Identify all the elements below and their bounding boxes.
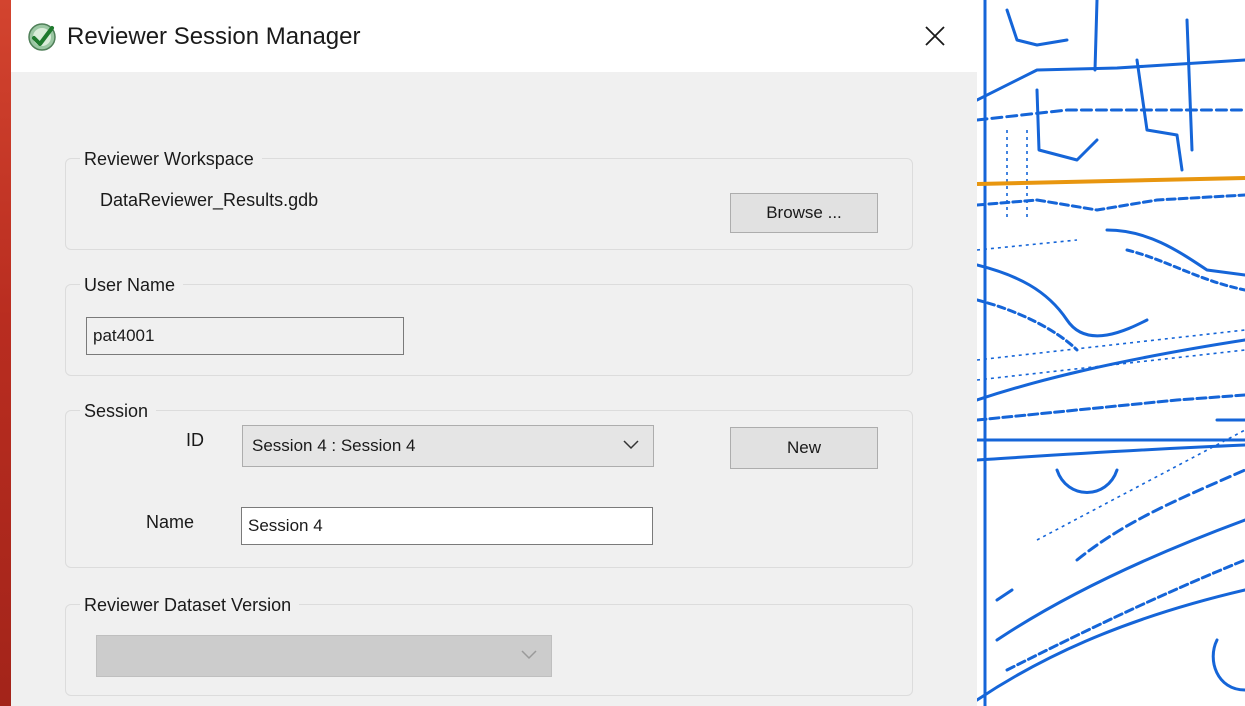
window-title: Reviewer Session Manager	[67, 23, 361, 50]
session-id-label: ID	[186, 430, 204, 450]
browse-button[interactable]: Browse ...	[730, 193, 878, 233]
chevron-down-icon	[623, 440, 639, 450]
session-group: Session ID Session 4 : Session 4 New Nam…	[65, 400, 913, 568]
session-name-label: Name	[146, 512, 195, 532]
session-id-dropdown[interactable]: Session 4 : Session 4	[242, 425, 654, 467]
session-id-value: Session 4 : Session 4	[252, 436, 416, 455]
close-button[interactable]	[909, 14, 961, 58]
new-session-button[interactable]: New	[730, 427, 878, 469]
title-bar[interactable]: Reviewer Session Manager	[11, 0, 977, 72]
user-name-group: User Name	[65, 274, 913, 376]
session-legend: Session	[80, 400, 157, 422]
dataset-version-legend: Reviewer Dataset Version	[80, 594, 300, 616]
workspace-path: DataReviewer_Results.gdb	[100, 190, 319, 210]
workspace-group: Reviewer Workspace DataReviewer_Results.…	[65, 148, 913, 250]
dataset-version-group: Reviewer Dataset Version	[65, 594, 913, 696]
chevron-down-icon	[521, 650, 537, 660]
close-icon	[925, 26, 945, 46]
map-features	[977, 0, 1245, 706]
session-name-field[interactable]	[241, 507, 653, 545]
map-canvas[interactable]	[977, 0, 1245, 706]
user-name-legend: User Name	[80, 274, 184, 296]
session-manager-dialog: Reviewer Session Manager Reviewer Worksp…	[11, 0, 977, 706]
user-name-field[interactable]	[86, 317, 404, 355]
dataset-version-dropdown[interactable]	[96, 635, 552, 677]
green-checkmark-icon	[28, 23, 56, 51]
workspace-legend: Reviewer Workspace	[80, 148, 262, 170]
